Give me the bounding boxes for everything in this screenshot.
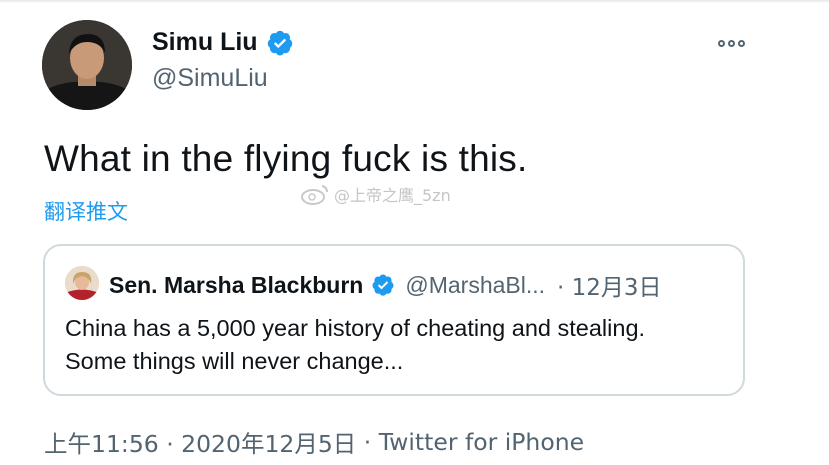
- more-options-icon[interactable]: [713, 34, 749, 52]
- quoted-author-avatar[interactable]: [65, 266, 99, 300]
- tweet-metadata: 上午11:56 · 2020年12月5日 · Twitter for iPhon…: [44, 425, 584, 459]
- author-avatar[interactable]: [42, 20, 132, 110]
- author-name[interactable]: Simu Liu: [152, 28, 294, 57]
- meta-separator: ·: [356, 428, 379, 456]
- tweet-text: What in the flying fuck is this.: [44, 138, 528, 179]
- quoted-author-name[interactable]: Sen. Marsha Blackburn: [109, 272, 363, 299]
- watermark-text: @上帝之鹰_5zn: [334, 186, 451, 205]
- quoted-tweet-date[interactable]: · 12月3日: [557, 268, 662, 302]
- quoted-tweet-text-line: China has a 5,000 year history of cheati…: [65, 315, 646, 341]
- top-divider: [0, 0, 829, 3]
- tweet-source: Twitter for iPhone: [378, 428, 585, 456]
- weibo-logo-icon: [300, 182, 330, 206]
- quoted-tweet-header: Sen. Marsha Blackburn @MarshaBl... · 12月…: [109, 268, 662, 302]
- quoted-tweet-text: China has a 5,000 year history of cheati…: [65, 312, 735, 378]
- translate-tweet-link[interactable]: 翻译推文: [44, 196, 128, 226]
- author-display-name[interactable]: Simu Liu: [152, 28, 258, 57]
- verified-badge-icon: [266, 29, 294, 57]
- author-handle[interactable]: @SimuLiu: [152, 64, 268, 93]
- quoted-author-handle[interactable]: @MarshaBl...: [405, 272, 545, 299]
- quoted-tweet-card[interactable]: Sen. Marsha Blackburn @MarshaBl... · 12月…: [43, 244, 745, 396]
- quoted-tweet-text-line: Some things will never change...: [65, 348, 404, 374]
- dot-icon: [737, 39, 745, 47]
- dot-icon: [717, 39, 725, 47]
- dot-icon: [727, 39, 735, 47]
- tweet-timestamp[interactable]: 上午11:56 · 2020年12月5日: [44, 425, 356, 459]
- verified-badge-icon: [371, 273, 395, 297]
- watermark: @上帝之鹰_5zn: [300, 182, 451, 206]
